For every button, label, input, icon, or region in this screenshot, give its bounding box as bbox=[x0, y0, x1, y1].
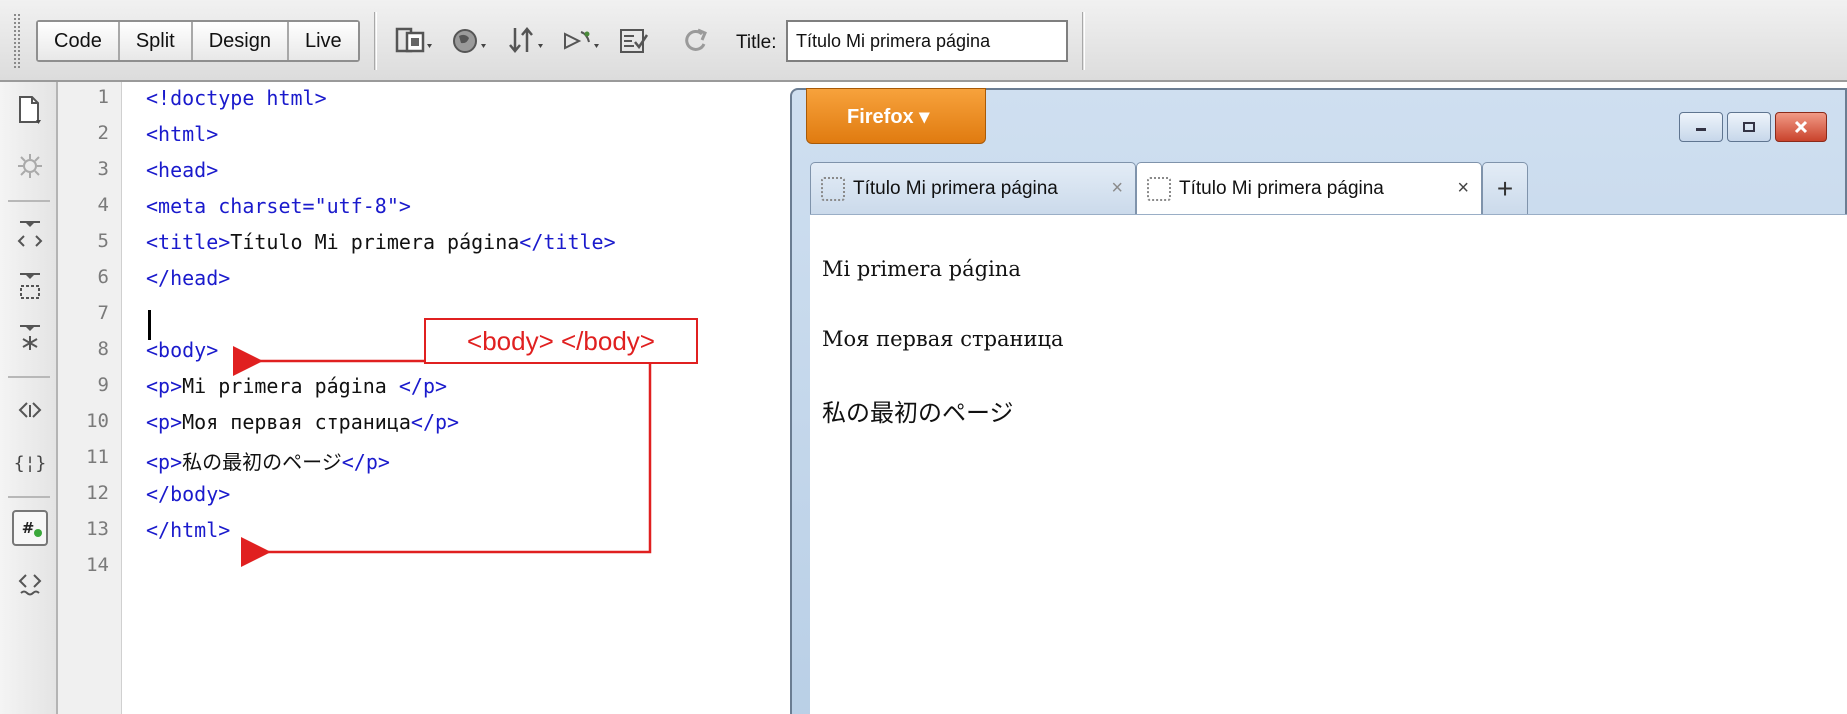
multiscreen-icon[interactable] bbox=[392, 22, 438, 60]
page-paragraph: Моя первая страница bbox=[822, 327, 1064, 351]
code-view-button[interactable]: Code bbox=[38, 22, 120, 60]
live-view-button[interactable]: Live bbox=[288, 22, 358, 60]
line-number: 14 bbox=[86, 554, 109, 576]
line-number-gutter: 1 2 3 4 5 6 7 8 9 10 11 12 13 14 bbox=[58, 82, 122, 714]
close-window-button[interactable] bbox=[1775, 112, 1827, 142]
apply-comment-icon[interactable] bbox=[12, 566, 48, 602]
tab-title: Título Mi primera página bbox=[853, 177, 1058, 199]
validate-icon[interactable] bbox=[616, 22, 662, 60]
code-line[interactable]: <p>私の最初のページ</p> bbox=[146, 446, 390, 475]
document-toolbar: Code Split Design Live Title: Título Mi … bbox=[0, 0, 1847, 82]
split-view-button[interactable]: Split bbox=[119, 22, 193, 60]
code-line[interactable]: </body> bbox=[146, 482, 230, 506]
browser-tab-active[interactable]: Título Mi primera página × bbox=[1136, 162, 1482, 214]
code-line[interactable]: <html> bbox=[146, 122, 218, 146]
code-line[interactable]: <p>Моя первая страница</p> bbox=[146, 410, 459, 434]
toolbar-grip[interactable] bbox=[14, 14, 20, 68]
open-documents-icon[interactable] bbox=[12, 92, 48, 128]
line-number: 12 bbox=[86, 482, 109, 504]
code-line[interactable]: <head> bbox=[146, 158, 218, 182]
page-favicon-icon bbox=[821, 176, 845, 201]
text-cursor bbox=[148, 310, 151, 340]
line-number: 6 bbox=[97, 266, 109, 288]
balance-braces-icon[interactable]: {¦} bbox=[12, 444, 48, 480]
tab-close-icon[interactable]: × bbox=[1457, 177, 1469, 200]
rail-divider bbox=[8, 200, 50, 202]
tab-title: Título Mi primera página bbox=[1179, 177, 1384, 199]
close-icon bbox=[1794, 120, 1808, 134]
minimize-icon bbox=[1696, 128, 1706, 131]
rail-divider bbox=[8, 496, 50, 498]
browser-tab[interactable]: Título Mi primera página × bbox=[810, 162, 1136, 214]
code-line[interactable]: </html> bbox=[146, 518, 230, 542]
restore-icon bbox=[1743, 122, 1755, 132]
line-number: 3 bbox=[97, 158, 109, 180]
code-line[interactable]: <title>Título Mi primera página</title> bbox=[146, 230, 616, 254]
rail-divider bbox=[8, 376, 50, 378]
toolbar-divider bbox=[1082, 12, 1085, 70]
line-numbers-icon[interactable]: # bbox=[12, 510, 48, 546]
svg-text:{¦}: {¦} bbox=[15, 453, 45, 474]
show-code-navigator-icon[interactable] bbox=[12, 148, 48, 184]
body-tag-callout: <body> </body> bbox=[424, 318, 698, 364]
line-number: 8 bbox=[97, 338, 109, 360]
title-label: Title: bbox=[736, 32, 777, 53]
page-favicon-icon bbox=[1147, 176, 1171, 201]
minimize-button[interactable] bbox=[1679, 112, 1723, 142]
line-number: 7 bbox=[97, 302, 109, 324]
browser-preview-icon[interactable] bbox=[448, 22, 494, 60]
select-parent-tag-icon[interactable] bbox=[12, 392, 48, 428]
expand-all-icon[interactable] bbox=[12, 320, 48, 356]
code-line[interactable]: <body> bbox=[146, 338, 218, 362]
new-tab-button[interactable]: + bbox=[1482, 162, 1528, 214]
collapse-tag-icon[interactable] bbox=[12, 216, 48, 252]
collapse-selection-icon[interactable] bbox=[12, 268, 48, 304]
code-line[interactable]: <p>Mi primera página </p> bbox=[146, 374, 447, 398]
coding-toolbar: {¦} # bbox=[0, 82, 58, 714]
code-line[interactable]: </head> bbox=[146, 266, 230, 290]
code-line[interactable]: <meta charset="utf-8"> bbox=[146, 194, 411, 218]
toolbar-divider bbox=[374, 12, 377, 70]
view-switcher: Code Split Design Live bbox=[36, 20, 360, 62]
document-title-input[interactable] bbox=[786, 20, 1068, 62]
page-paragraph: Mi primera página bbox=[822, 257, 1021, 281]
restore-button[interactable] bbox=[1727, 112, 1771, 142]
firefox-window: Firefox ▾ Título Mi primera página × Tít… bbox=[790, 88, 1847, 714]
svg-text:#: # bbox=[22, 519, 35, 537]
visual-aids-icon[interactable] bbox=[560, 22, 606, 60]
firefox-menu-button[interactable]: Firefox ▾ bbox=[806, 88, 986, 144]
line-number: 5 bbox=[97, 230, 109, 252]
line-number: 4 bbox=[97, 194, 109, 216]
line-number: 1 bbox=[97, 86, 109, 108]
line-number: 9 bbox=[97, 374, 109, 396]
window-controls bbox=[1679, 112, 1827, 142]
page-viewport: Mi primera página Моя первая страница 私の… bbox=[810, 214, 1847, 714]
refresh-icon[interactable] bbox=[672, 22, 718, 60]
line-number: 11 bbox=[86, 446, 109, 468]
line-number: 2 bbox=[97, 122, 109, 144]
line-number: 13 bbox=[86, 518, 109, 540]
code-line[interactable]: <!doctype html> bbox=[146, 86, 327, 110]
file-transfer-icon[interactable] bbox=[504, 22, 550, 60]
tab-close-icon[interactable]: × bbox=[1111, 177, 1123, 200]
page-paragraph: 私の最初のページ bbox=[822, 399, 1014, 427]
line-number: 10 bbox=[86, 410, 109, 432]
design-view-button[interactable]: Design bbox=[192, 22, 289, 60]
